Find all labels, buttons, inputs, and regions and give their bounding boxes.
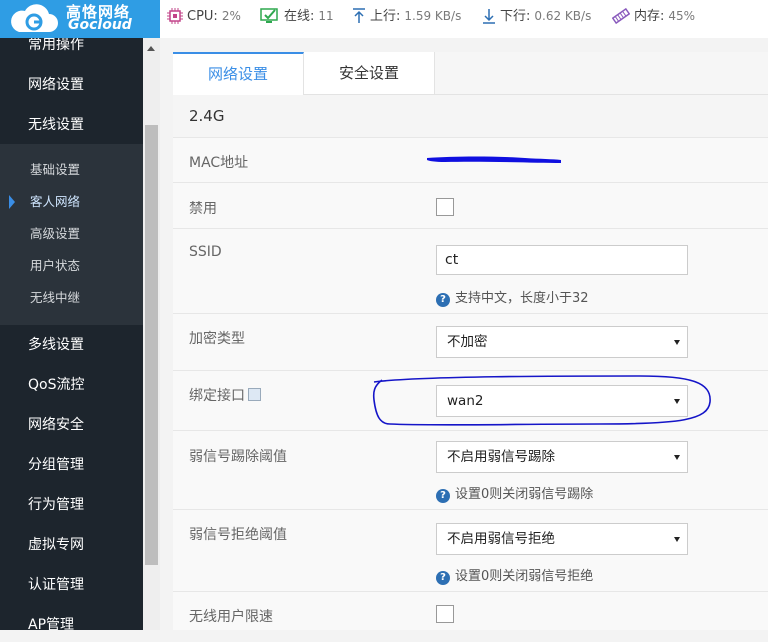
ssid-hint: ? 支持中文，长度小于32 — [436, 287, 589, 307]
encryption-select-value: 不加密 — [447, 334, 488, 350]
weak-reject-label: 弱信号拒绝阈值 — [189, 527, 287, 543]
encryption-select[interactable]: 不加密 — [436, 326, 688, 358]
online-label: 在线: — [284, 9, 315, 24]
disable-label: 禁用 — [189, 201, 217, 217]
cpu-label: CPU: — [187, 9, 218, 24]
submenu-item-advanced[interactable]: 高级设置 — [0, 218, 143, 250]
download-value: 0.62 KB/s — [534, 9, 592, 23]
tab-network-settings[interactable]: 网络设置 — [173, 52, 304, 95]
ssid-hint-text: 支持中文，长度小于32 — [455, 291, 589, 306]
help-question-icon: ? — [436, 489, 450, 503]
upload-stat: 上行: 1.59 KB/s — [352, 0, 461, 32]
mac-row: MAC地址 — [173, 138, 768, 183]
sidebar-item-auth[interactable]: 认证管理 — [0, 565, 143, 605]
chevron-down-icon — [674, 399, 680, 404]
bind-interface-select[interactable]: wan2 — [436, 385, 688, 417]
sidebar-item-vpn[interactable]: 虚拟专网 — [0, 525, 143, 565]
rate-limit-label: 无线用户限速 — [189, 609, 273, 625]
sidebar-item-network[interactable]: 网络设置 — [0, 65, 143, 105]
brand-name-en: Gocloud — [68, 17, 132, 33]
ssid-row: SSID ct ? 支持中文，长度小于32 — [173, 229, 768, 314]
wireless-submenu: 基础设置 客人网络 高级设置 用户状态 无线中继 — [0, 144, 143, 325]
cpu-stat: CPU: 2% — [167, 0, 241, 32]
upload-value: 1.59 KB/s — [404, 9, 462, 23]
info-icon[interactable] — [248, 387, 261, 401]
settings-panel: 2.4G MAC地址 禁用 SSID ct ? 支持中文，长度小于32 加密类型 — [173, 95, 768, 630]
help-question-icon: ? — [436, 293, 450, 307]
section-header: 2.4G — [173, 95, 768, 138]
upload-label: 上行: — [370, 9, 401, 24]
weak-reject-select-value: 不启用弱信号拒绝 — [447, 531, 555, 547]
cpu-chip-icon — [167, 7, 183, 24]
rate-limit-checkbox[interactable] — [436, 605, 454, 623]
online-monitor-icon — [260, 7, 278, 23]
sidebar-item-wireless[interactable]: 无线设置 — [0, 105, 143, 145]
chevron-down-icon — [674, 537, 680, 542]
weak-reject-select[interactable]: 不启用弱信号拒绝 — [436, 523, 688, 555]
memory-label: 内存: — [634, 9, 665, 24]
online-stat: 在线: 11 — [260, 0, 334, 32]
memory-stick-icon — [611, 7, 631, 24]
sidebar-item-behavior[interactable]: 行为管理 — [0, 485, 143, 525]
top-bar: 高恪网络 Gocloud CPU: 2% 在线: 11 上行: 1.59 KB/s 下… — [0, 0, 768, 38]
submenu-item-guest-network-label: 客人网络 — [30, 194, 81, 209]
weak-kick-hint-text: 设置0则关闭弱信号踢除 — [455, 487, 594, 502]
download-arrow-icon — [483, 8, 495, 24]
sidebar-item-multiline[interactable]: 多线设置 — [0, 325, 143, 365]
scroll-up-arrow-icon[interactable] — [147, 46, 155, 51]
weak-kick-select-value: 不启用弱信号踢除 — [447, 449, 555, 465]
ssid-input[interactable]: ct — [436, 245, 688, 275]
mac-label: MAC地址 — [189, 155, 249, 171]
disable-row: 禁用 — [173, 183, 768, 229]
brand-logo[interactable]: 高恪网络 Gocloud — [0, 0, 160, 38]
sidebar: 常用操作 网络设置 无线设置 基础设置 客人网络 高级设置 用户状态 无线中继 … — [0, 38, 160, 630]
weak-reject-row: 弱信号拒绝阈值 不启用弱信号拒绝 ? 设置0则关闭弱信号拒绝 — [173, 510, 768, 592]
sidebar-item-common[interactable]: 常用操作 — [0, 38, 143, 65]
sidebar-item-security[interactable]: 网络安全 — [0, 405, 143, 445]
help-question-icon: ? — [436, 571, 450, 585]
ssid-label: SSID — [189, 244, 222, 260]
upload-arrow-icon — [353, 7, 365, 23]
encryption-label: 加密类型 — [189, 331, 245, 347]
disable-checkbox[interactable] — [436, 198, 454, 216]
submenu-item-user-status[interactable]: 用户状态 — [0, 250, 143, 282]
mac-redaction-scribble — [427, 156, 561, 163]
bind-interface-label: 绑定接口 — [189, 385, 261, 405]
memory-value: 45% — [668, 9, 696, 23]
download-label: 下行: — [500, 9, 531, 24]
bind-interface-row: 绑定接口 wan2 — [173, 371, 768, 431]
sidebar-scrollbar[interactable] — [143, 38, 160, 630]
encryption-row: 加密类型 不加密 — [173, 314, 768, 371]
weak-kick-row: 弱信号踢除阈值 不启用弱信号踢除 ? 设置0则关闭弱信号踢除 — [173, 431, 768, 510]
weak-reject-hint: ? 设置0则关闭弱信号拒绝 — [436, 565, 593, 585]
active-marker-icon — [9, 195, 15, 209]
tab-security-settings[interactable]: 安全设置 — [304, 52, 435, 94]
submenu-item-basic[interactable]: 基础设置 — [0, 154, 143, 186]
chevron-down-icon — [674, 340, 680, 345]
online-value: 11 — [318, 9, 334, 23]
cpu-value: 2% — [221, 9, 241, 23]
section-title: 2.4G — [189, 107, 225, 125]
sidebar-item-ap[interactable]: AP管理 — [0, 605, 143, 630]
main-content: 网络设置 安全设置 2.4G MAC地址 禁用 SSID ct ? 支持中文，长度… — [173, 52, 768, 630]
weak-kick-select[interactable]: 不启用弱信号踢除 — [436, 441, 688, 473]
sidebar-item-qos[interactable]: QoS流控 — [0, 365, 143, 405]
weak-kick-label: 弱信号踢除阈值 — [189, 449, 287, 465]
weak-reject-hint-text: 设置0则关闭弱信号拒绝 — [455, 569, 594, 584]
chevron-down-icon — [674, 455, 680, 460]
rate-limit-row: 无线用户限速 — [173, 592, 768, 642]
submenu-item-guest-network[interactable]: 客人网络 — [0, 186, 143, 218]
sidebar-item-groups[interactable]: 分组管理 — [0, 445, 143, 485]
bind-interface-label-text: 绑定接口 — [189, 388, 245, 404]
submenu-item-repeater[interactable]: 无线中继 — [0, 282, 143, 314]
download-stat: 下行: 0.62 KB/s — [482, 0, 591, 32]
bind-interface-select-value: wan2 — [447, 393, 484, 409]
weak-kick-hint: ? 设置0则关闭弱信号踢除 — [436, 483, 593, 503]
tab-bar: 网络设置 安全设置 — [173, 52, 768, 95]
scrollbar-thumb[interactable] — [145, 125, 158, 565]
memory-stat: 内存: 45% — [611, 0, 696, 32]
cloud-logo-icon — [11, 4, 59, 33]
